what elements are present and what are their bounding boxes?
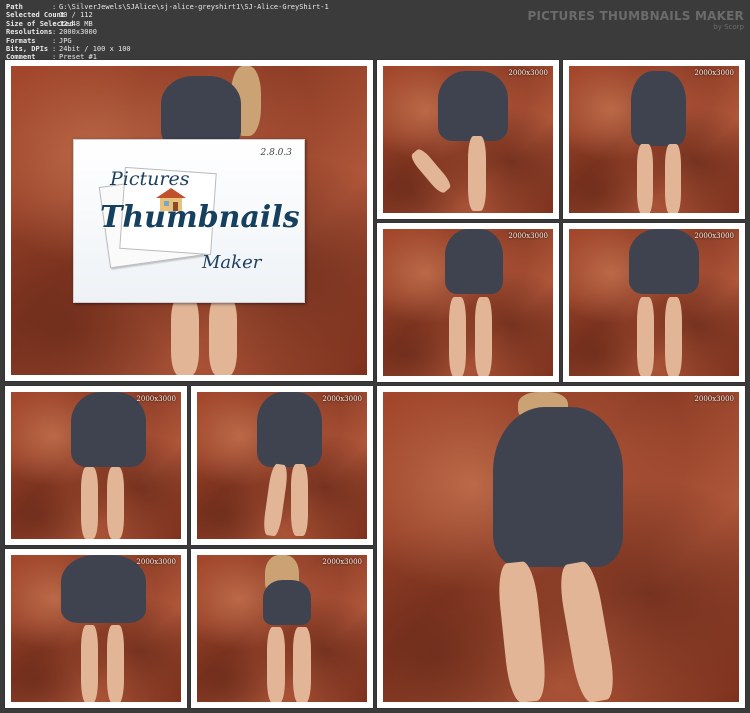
thumbnail-3[interactable]: 2000x3000	[377, 223, 559, 382]
thumbnail-image: 2000x3000	[11, 392, 181, 539]
brand-subtitle: by Scorp	[713, 23, 744, 31]
thumbnail-image: 2000x3000	[197, 555, 367, 702]
info-row-path: Path: G:\SilverJewels\SJAlice\sj-alice-gr…	[6, 3, 329, 11]
logo-word-pictures: Pictures	[110, 168, 190, 190]
thumbnail-image: 2000x3000	[569, 66, 739, 213]
resolution-label: 2000x3000	[694, 232, 734, 240]
resolution-label: 2000x3000	[322, 395, 362, 403]
thumbnail-image: 2000x3000	[383, 66, 553, 213]
file-info: Path: G:\SilverJewels\SJAlice\sj-alice-gr…	[6, 3, 329, 62]
thumbnail-image: 2000x3000	[569, 229, 739, 376]
thumbnail-6[interactable]: 2000x3000	[191, 386, 373, 545]
thumbnail-1[interactable]: 2000x3000	[377, 60, 559, 219]
app-logo: 2.8.0.3 Pictures Thumbnails Maker	[73, 139, 305, 303]
resolution-label: 2000x3000	[508, 232, 548, 240]
resolution-label: 2000x3000	[136, 395, 176, 403]
thumbnail-5[interactable]: 2000x3000	[5, 386, 187, 545]
info-row-formats: Formats: JPG	[6, 36, 72, 45]
logo-word-maker: Maker	[202, 252, 262, 273]
thumbnail-large-9[interactable]: 2000x3000	[377, 386, 745, 708]
thumbnail-4[interactable]: 2000x3000	[563, 223, 745, 382]
thumbnail-image: 2000x3000	[197, 392, 367, 539]
resolution-label: 2000x3000	[508, 69, 548, 77]
logo-word-thumbnails: Thumbnails	[100, 200, 300, 235]
brand-title: PICTURES THUMBNAILS MAKER	[527, 9, 744, 23]
resolution-label: 2000x3000	[136, 558, 176, 566]
thumbnail-image: 2000x3000	[11, 555, 181, 702]
resolution-label: 2000x3000	[322, 558, 362, 566]
info-row-resolutions: Resolutions:2000x3000	[6, 28, 97, 37]
thumbnail-8[interactable]: 2000x3000	[191, 549, 373, 708]
resolution-label: 2000x3000	[694, 395, 734, 403]
info-row-selected-count: Selected Count:10 / 112	[6, 11, 93, 20]
thumbnail-2[interactable]: 2000x3000	[563, 60, 745, 219]
info-row-bits-dpi: Bits, DPIs:24bit / 100 x 100	[6, 45, 131, 54]
logo-version: 2.8.0.3	[260, 148, 293, 158]
thumbnail-7[interactable]: 2000x3000	[5, 549, 187, 708]
resolution-label: 2000x3000	[694, 69, 734, 77]
header-bar: Path: G:\SilverJewels\SJAlice\sj-alice-gr…	[0, 0, 750, 62]
brand-watermark: PICTURES THUMBNAILS MAKER by Scorp	[527, 9, 744, 31]
info-row-size: Size of Selected:12.48 MB	[6, 19, 93, 28]
thumbnail-image: 2000x3000	[383, 392, 739, 702]
thumbnail-image: 2000x3000	[383, 229, 553, 376]
